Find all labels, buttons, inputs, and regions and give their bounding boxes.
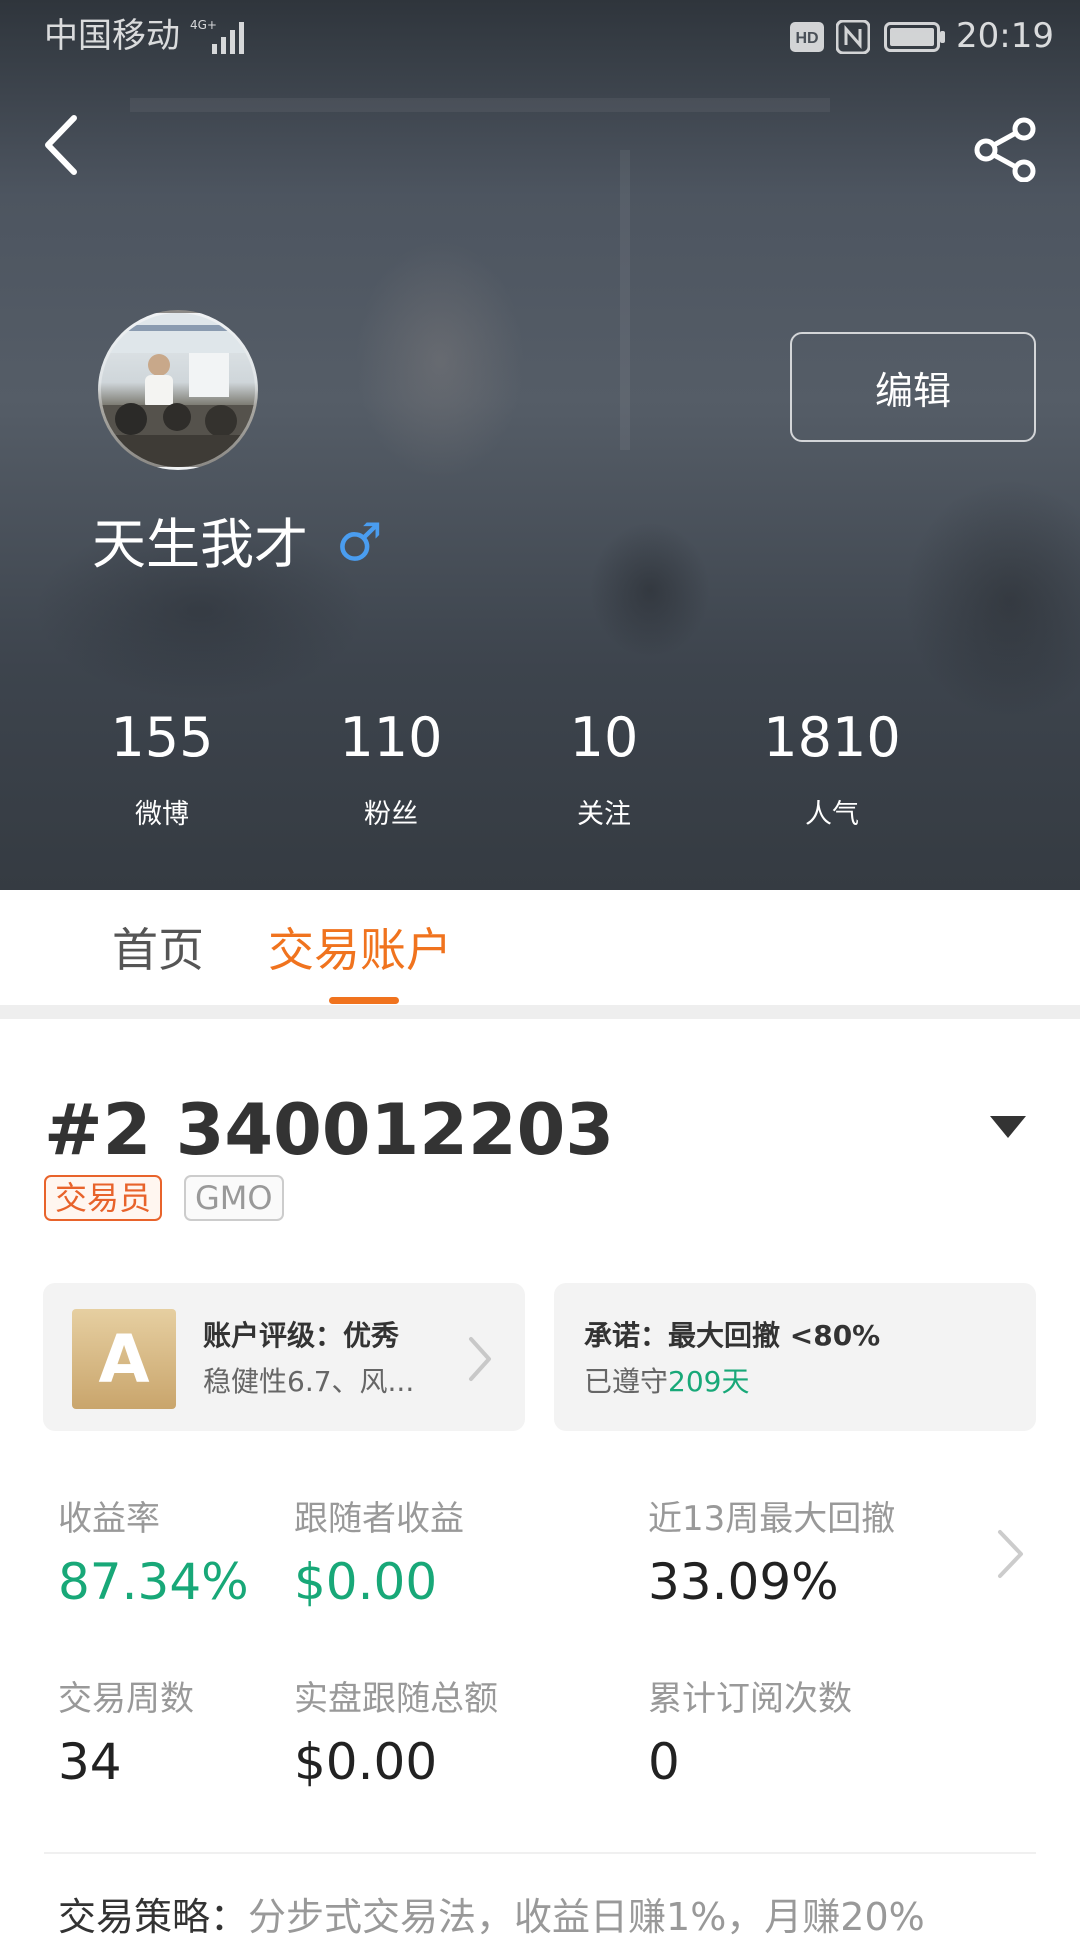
nfc-icon: [836, 20, 870, 54]
active-tab-indicator: [329, 997, 399, 1004]
chevron-right-icon[interactable]: [996, 1528, 1026, 1580]
rating-card[interactable]: A 账户评级：优秀 稳健性6.7、风...: [43, 1283, 525, 1431]
background-decoration: [620, 150, 630, 450]
stat-value: 1810: [763, 706, 901, 769]
promise-title: 承诺：最大回撤 <80%: [584, 1319, 881, 1352]
avatar-photo: [101, 313, 255, 467]
background-decoration: [130, 98, 830, 112]
account-dropdown-icon[interactable]: [988, 1114, 1028, 1140]
stat-value: 155: [110, 706, 214, 769]
metric-label: 收益率: [58, 1499, 160, 1539]
strategy-value: 分步式交易法，收益日赚1%，月赚20%: [248, 1895, 925, 1939]
stat-value: 110: [339, 706, 443, 769]
strategy-label: 交易策略：: [58, 1895, 249, 1939]
metric-label: 实盘跟随总额: [294, 1679, 498, 1719]
trading-strategy: 交易策略：分步式交易法，收益日赚1%，月赚20%: [58, 1892, 925, 1942]
grade-badge: A: [72, 1309, 176, 1409]
carrier-name: 中国移动: [44, 16, 180, 56]
metric-value: 33.09%: [648, 1553, 839, 1611]
stat-label: 粉丝: [364, 799, 418, 830]
metric-label: 累计订阅次数: [648, 1679, 852, 1719]
rating-title: 账户评级：优秀: [203, 1319, 400, 1352]
network-type-label: 4G+: [190, 18, 217, 32]
hd-icon: HD: [790, 22, 824, 52]
edit-profile-button[interactable]: 编辑: [790, 332, 1036, 442]
battery-icon: [884, 22, 945, 52]
metric-value: 87.34%: [58, 1553, 249, 1611]
stat-label: 人气: [805, 799, 859, 830]
tab-trading-account[interactable]: 交易账户: [268, 915, 452, 985]
promise-kept-prefix: 已遵守: [584, 1365, 669, 1398]
tab-home[interactable]: 首页: [112, 915, 204, 985]
chevron-right-icon: [469, 1337, 491, 1381]
signal-icon: [212, 22, 244, 54]
metric-value: $0.00: [294, 1553, 438, 1611]
username: 天生我才: [92, 513, 308, 576]
share-icon[interactable]: [972, 116, 1038, 182]
rating-subtitle: 稳健性6.7、风...: [203, 1365, 415, 1398]
profile-header: 中国移动 4G+ HD 20:19 编辑 天生我才 ♂ 155 微博 110 粉…: [0, 0, 1080, 890]
metric-label: 交易周数: [58, 1679, 194, 1719]
metric-value: 0: [648, 1733, 680, 1791]
account-title: #2 340012203: [44, 1089, 615, 1171]
svg-text:HD: HD: [795, 30, 818, 47]
clock: 20:19: [956, 16, 1054, 56]
metric-value: 34: [58, 1733, 122, 1791]
divider: [44, 1852, 1036, 1854]
avatar[interactable]: [98, 310, 258, 470]
section-divider: [0, 1005, 1080, 1019]
network-type: 4G+: [190, 18, 217, 32]
broker-tag: GMO: [184, 1175, 284, 1221]
back-button[interactable]: [40, 112, 84, 178]
stat-label: 关注: [577, 799, 631, 830]
stat-value: 10: [569, 706, 639, 769]
promise-kept-days: 209天: [668, 1365, 750, 1398]
metric-label: 跟随者收益: [294, 1499, 464, 1539]
promise-kept: 已遵守209天: [584, 1363, 749, 1401]
gender-male-icon: ♂: [336, 513, 383, 573]
promise-card: 承诺：最大回撤 <80% 已遵守209天: [554, 1283, 1036, 1431]
metric-value: $0.00: [294, 1733, 438, 1791]
trader-tag: 交易员: [44, 1175, 163, 1221]
metric-label: 近13周最大回撤: [648, 1499, 896, 1539]
stat-label: 微博: [135, 799, 189, 830]
